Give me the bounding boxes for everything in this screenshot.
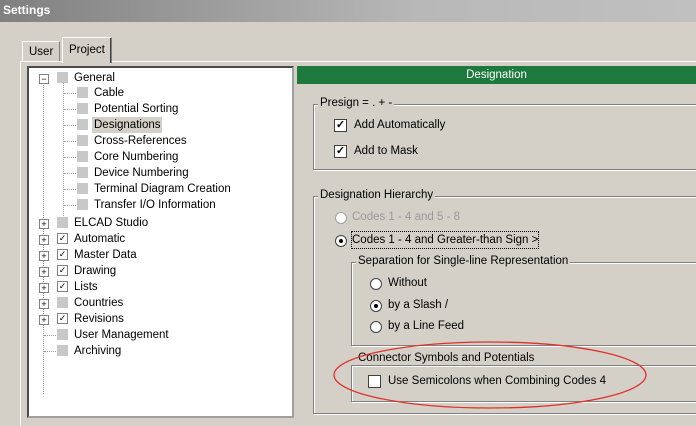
expand-icon[interactable]: + xyxy=(39,267,49,277)
page-icon xyxy=(77,119,88,130)
page-icon xyxy=(77,151,88,162)
folder-icon xyxy=(57,217,68,228)
page-icon xyxy=(57,329,68,340)
radio-label: Codes 1 - 4 and 5 - 8 xyxy=(352,211,461,223)
checkbox-label: Add Automatically xyxy=(354,119,446,131)
tree-item-label: Potential Sorting xyxy=(94,103,179,115)
tree-item-label: ELCAD Studio xyxy=(74,217,149,229)
tree-item-label: Cross-References xyxy=(94,135,187,147)
radio-button[interactable] xyxy=(335,235,347,247)
expand-icon[interactable]: + xyxy=(39,251,49,261)
annotation-ellipse xyxy=(333,341,647,409)
tree-line xyxy=(63,80,64,222)
tree-item-label: Transfer I/O Information xyxy=(94,199,216,211)
check-icon[interactable]: ✓ xyxy=(57,281,68,292)
expand-icon[interactable]: + xyxy=(39,235,49,245)
tree-item-label: Countries xyxy=(74,297,124,309)
highlight-ellipse xyxy=(333,341,647,409)
tree-item-label: Device Numbering xyxy=(94,167,189,179)
presign-group-label: Presign = . + - xyxy=(318,97,395,109)
radio-label: by a Line Feed xyxy=(388,320,465,332)
radio-button[interactable] xyxy=(335,212,347,224)
window-title: Settings xyxy=(3,3,51,17)
radio-label: by a Slash / xyxy=(388,299,449,311)
check-icon[interactable]: ✓ xyxy=(57,265,68,276)
collapse-icon[interactable]: − xyxy=(39,74,49,84)
expand-icon[interactable]: + xyxy=(39,299,49,309)
checkbox-box[interactable]: ✓ xyxy=(334,119,347,132)
tree-item-label: User Management xyxy=(74,329,169,341)
page-icon xyxy=(77,183,88,194)
tree-item-label: Archiving xyxy=(74,345,122,357)
settings-tree[interactable]: − General Cable Potential Sorting Design… xyxy=(27,66,294,418)
tab-user[interactable]: User xyxy=(22,41,61,62)
radio-button[interactable] xyxy=(370,321,382,333)
page-icon xyxy=(57,345,68,356)
radio-button[interactable] xyxy=(370,300,382,312)
page-icon xyxy=(77,103,88,114)
tree-item-label: Revisions xyxy=(74,313,124,325)
radio-label: Codes 1 - 4 and Greater-than Sign > xyxy=(350,231,540,249)
tree-item-label: Lists xyxy=(74,281,98,293)
folder-icon xyxy=(57,297,68,308)
page-icon xyxy=(77,87,88,98)
tree-item-label: Designations xyxy=(92,117,163,133)
page-icon xyxy=(77,167,88,178)
tree-item-label: General xyxy=(74,72,115,84)
tree-item-label: Terminal Diagram Creation xyxy=(94,183,231,195)
check-icon[interactable]: ✓ xyxy=(57,313,68,324)
tree-item-label: Master Data xyxy=(74,249,137,261)
page-icon xyxy=(77,135,88,146)
separation-group-label: Separation for Single-line Representatio… xyxy=(356,255,571,267)
page-icon xyxy=(77,199,88,210)
checkbox-box[interactable]: ✓ xyxy=(334,145,347,158)
radio-button[interactable] xyxy=(370,278,382,290)
tree-item-label: Core Numbering xyxy=(94,151,179,163)
expand-icon[interactable]: + xyxy=(39,219,49,229)
tree-item-label: Cable xyxy=(94,87,125,99)
title-bar: Settings xyxy=(0,0,696,22)
check-icon[interactable]: ✓ xyxy=(57,233,68,244)
radio-label: Without xyxy=(388,277,427,289)
expand-icon[interactable]: + xyxy=(39,315,49,325)
expand-icon[interactable]: + xyxy=(39,283,49,293)
tree-item-label: Automatic xyxy=(74,233,126,245)
designation-hierarchy-label: Designation Hierarchy xyxy=(318,189,436,201)
presign-group xyxy=(313,104,696,170)
panel-header: Designation xyxy=(297,66,696,84)
tree-item-label: Drawing xyxy=(74,265,117,277)
checkbox-label: Add to Mask xyxy=(354,145,418,157)
check-icon[interactable]: ✓ xyxy=(57,249,68,260)
folder-icon xyxy=(57,72,68,83)
tab-project[interactable]: Project xyxy=(62,37,112,63)
